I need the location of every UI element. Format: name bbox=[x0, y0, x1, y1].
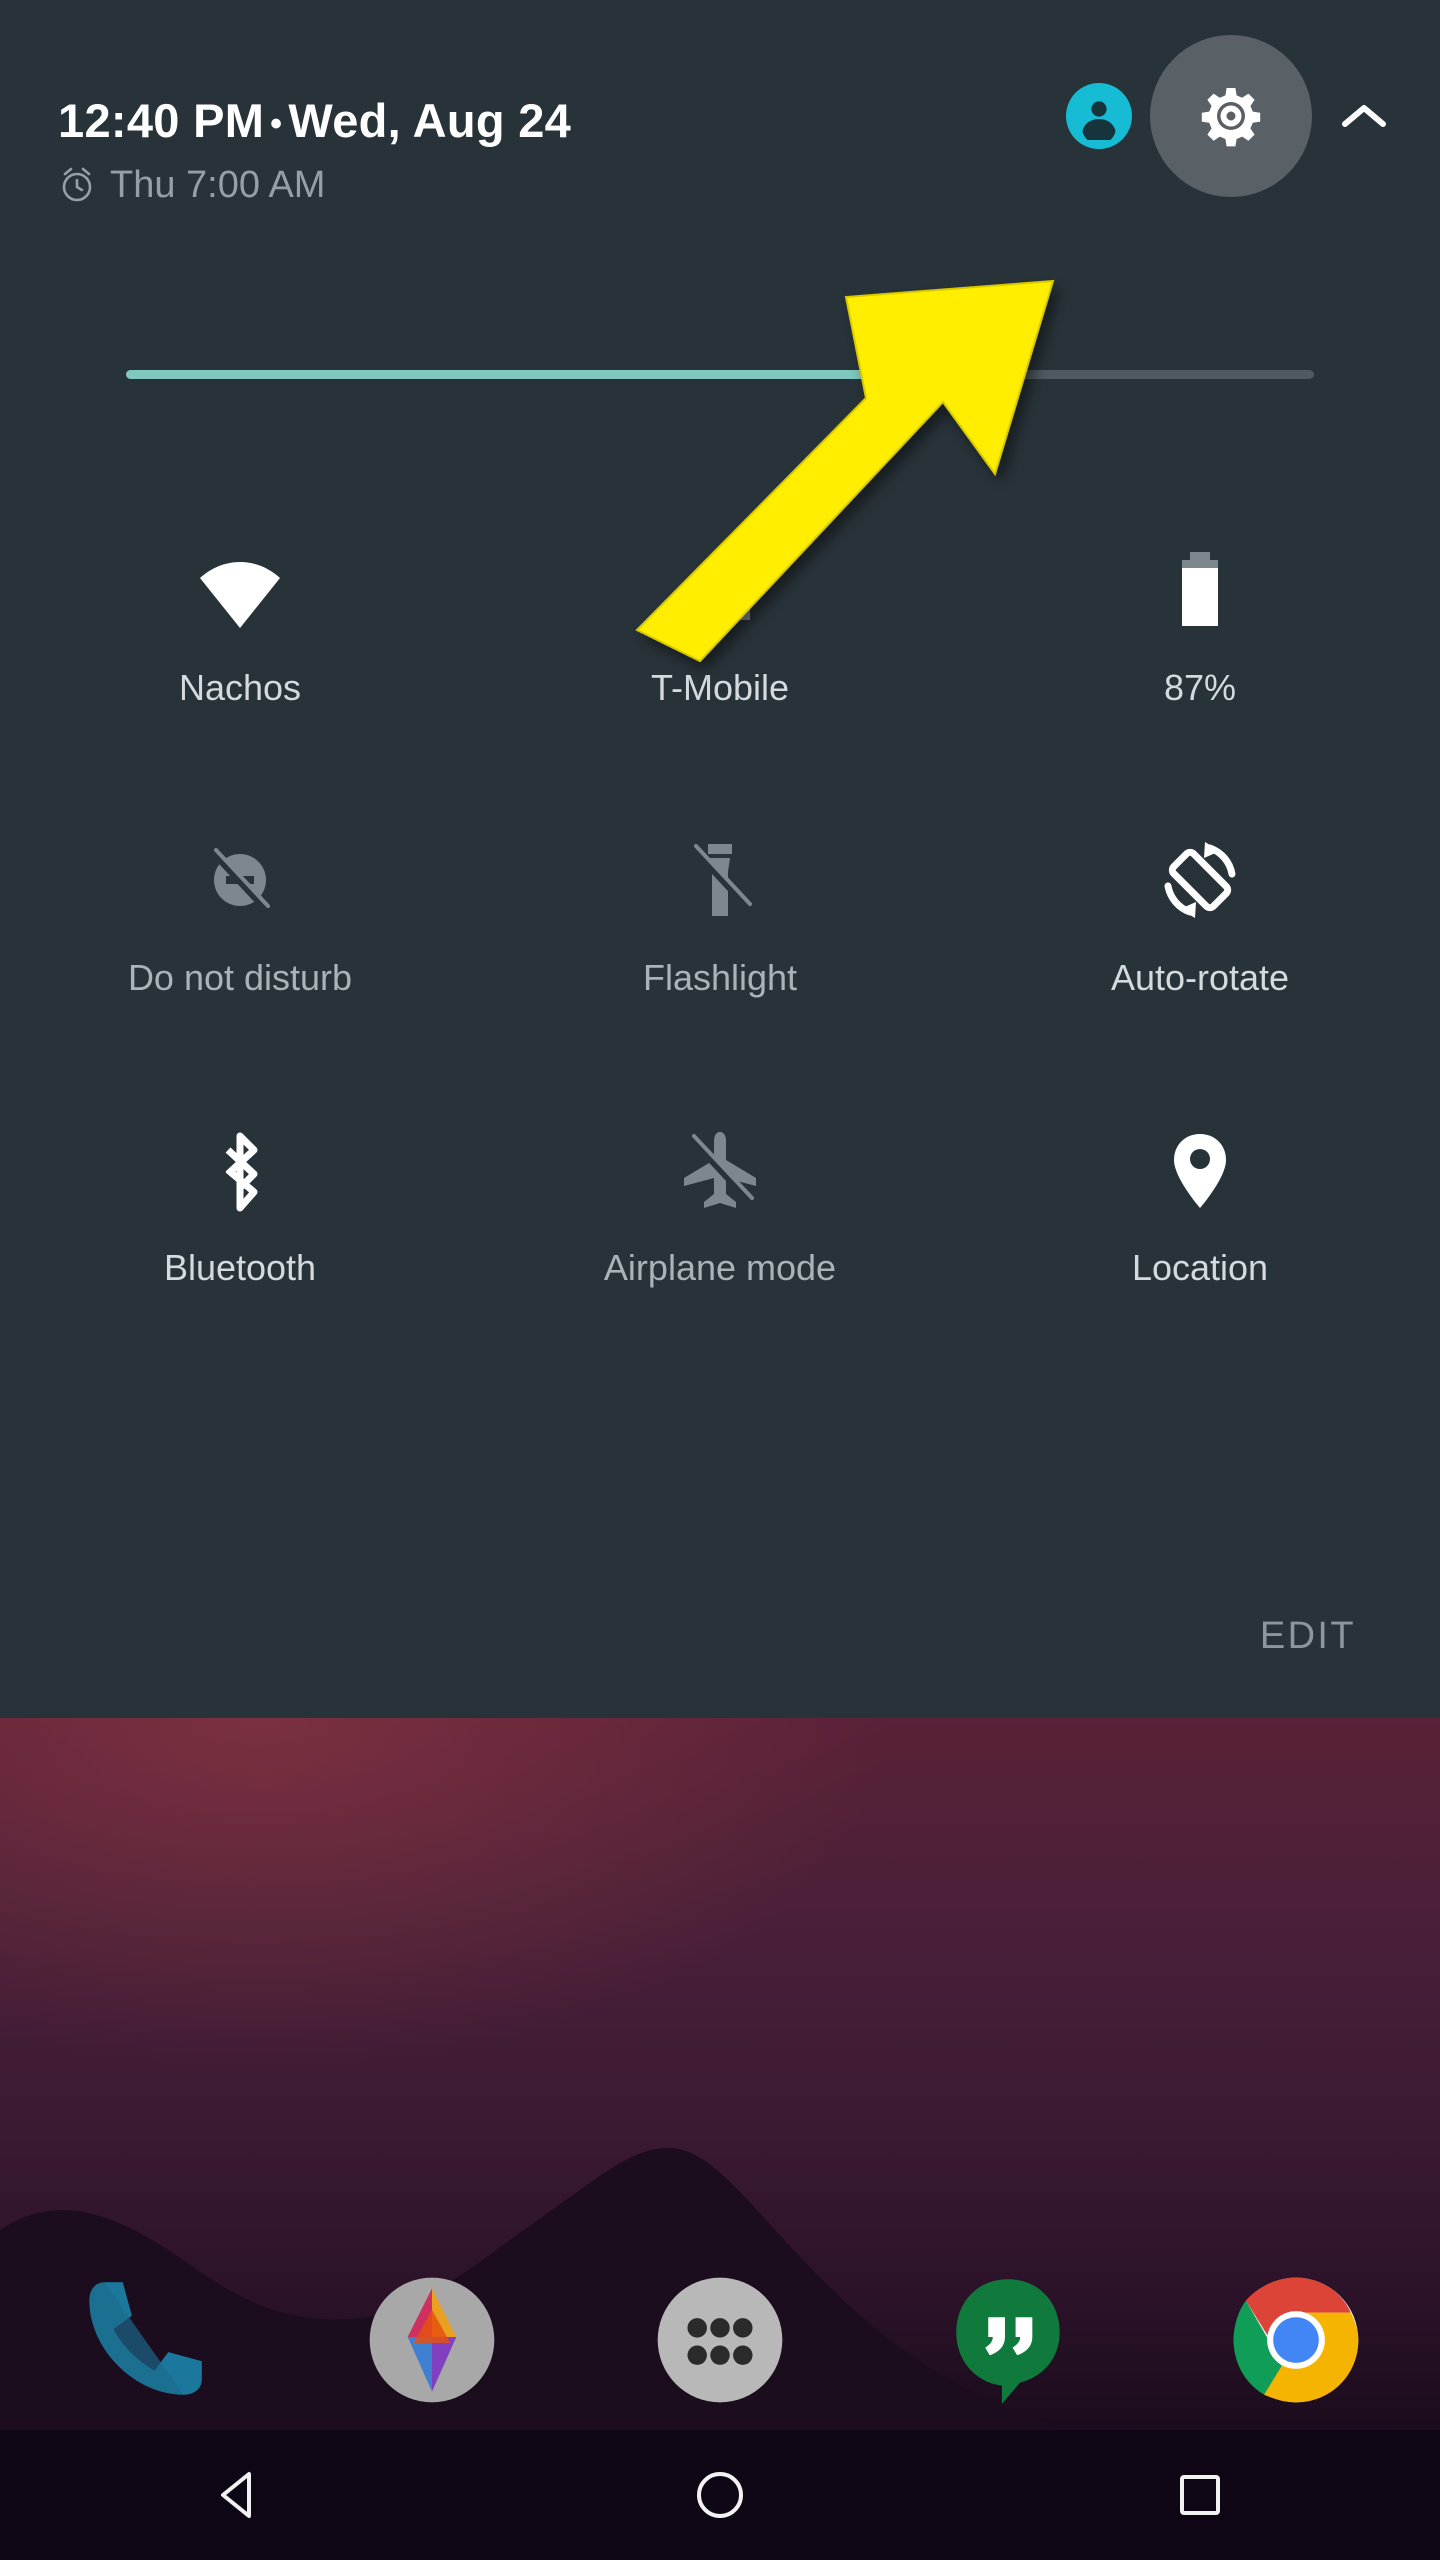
tile-label: Location bbox=[1131, 1247, 1269, 1288]
alarm-row[interactable]: Thu 7:00 AM bbox=[58, 166, 571, 204]
dock-item-photos[interactable] bbox=[288, 2264, 576, 2416]
flashlight-icon bbox=[672, 832, 768, 928]
chevron-up-icon bbox=[1342, 105, 1386, 127]
airplane-icon bbox=[672, 1122, 768, 1218]
clock-date-block: 12:40 PM • Wed, Aug 24 Thu 7:00 AM bbox=[58, 97, 571, 204]
user-avatar[interactable] bbox=[1066, 83, 1132, 149]
quick-settings-tile-87[interactable]: 87% bbox=[960, 520, 1440, 810]
tile-row: Do not disturb Flashlight Auto-rotate bbox=[0, 810, 1440, 1100]
brightness-fill bbox=[126, 370, 922, 379]
quick-settings-header: 12:40 PM • Wed, Aug 24 Thu 7:00 AM bbox=[0, 0, 1440, 300]
recents-button[interactable] bbox=[960, 2466, 1440, 2524]
cell-signal-icon bbox=[672, 542, 768, 638]
status-date: Wed, Aug 24 bbox=[288, 94, 572, 147]
navigation-bar bbox=[0, 2430, 1440, 2560]
quick-settings-tile-nachos[interactable]: Nachos bbox=[0, 520, 480, 810]
dock bbox=[0, 2230, 1440, 2450]
android-home-screen: 12:40 PM • Wed, Aug 24 Thu 7:00 AM Nacho… bbox=[0, 0, 1440, 2560]
tile-label: T-Mobile bbox=[650, 667, 790, 708]
quick-settings-tile-location[interactable]: Location bbox=[960, 1100, 1440, 1390]
auto-rotate-icon bbox=[1152, 832, 1248, 928]
dock-item-hangouts[interactable] bbox=[864, 2264, 1152, 2416]
location-pin-icon bbox=[1152, 1122, 1248, 1218]
dock-item-phone[interactable] bbox=[0, 2264, 288, 2416]
tile-label: Flashlight bbox=[642, 957, 798, 998]
tile-label: 87% bbox=[1163, 667, 1237, 708]
user-avatar-icon bbox=[1082, 101, 1116, 140]
quick-settings-tile-airplane-mode[interactable]: Airplane mode bbox=[480, 1100, 960, 1390]
tile-label: Bluetooth bbox=[163, 1247, 317, 1288]
collapse-panel-button[interactable] bbox=[1324, 76, 1404, 156]
header-actions bbox=[1066, 35, 1404, 197]
clock-date-line: 12:40 PM • Wed, Aug 24 bbox=[58, 97, 571, 144]
quick-settings-panel: 12:40 PM • Wed, Aug 24 Thu 7:00 AM Nacho… bbox=[0, 0, 1440, 1718]
brightness-slider[interactable] bbox=[126, 349, 1314, 404]
alarm-time-label: Thu 7:00 AM bbox=[110, 164, 326, 206]
edit-button[interactable]: EDIT bbox=[1260, 1615, 1356, 1658]
bluetooth-icon bbox=[192, 1122, 288, 1218]
quick-settings-tile-grid: Nachos T-Mobile 87% Do not disturb Flashligh… bbox=[0, 520, 1440, 1390]
tile-label: Do not disturb bbox=[127, 957, 353, 998]
quick-settings-tile-bluetooth[interactable]: Bluetooth bbox=[0, 1100, 480, 1390]
tile-row: Nachos T-Mobile 87% bbox=[0, 520, 1440, 810]
brightness-icon bbox=[894, 349, 950, 404]
home-button[interactable] bbox=[480, 2466, 960, 2524]
battery-icon bbox=[1152, 542, 1248, 638]
settings-gear-button[interactable] bbox=[1150, 35, 1312, 197]
tile-label: Airplane mode bbox=[603, 1247, 837, 1288]
tile-label: Nachos bbox=[178, 667, 302, 708]
quick-settings-tile-do-not-disturb[interactable]: Do not disturb bbox=[0, 810, 480, 1100]
status-time: 12:40 PM bbox=[58, 94, 265, 147]
tile-row: Bluetooth Airplane mode Location bbox=[0, 1100, 1440, 1390]
separator-dot: • bbox=[270, 105, 283, 143]
back-button[interactable] bbox=[0, 2466, 480, 2524]
alarm-clock-icon bbox=[58, 166, 96, 204]
quick-settings-tile-flashlight[interactable]: Flashlight bbox=[480, 810, 960, 1100]
brightness-thumb[interactable] bbox=[886, 336, 958, 412]
quick-settings-tile-t-mobile[interactable]: T-Mobile bbox=[480, 520, 960, 810]
do-not-disturb-icon bbox=[192, 832, 288, 928]
tile-label: Auto-rotate bbox=[1110, 957, 1290, 998]
dock-item-app-drawer[interactable] bbox=[576, 2264, 864, 2416]
wifi-icon bbox=[192, 542, 288, 638]
quick-settings-tile-auto-rotate[interactable]: Auto-rotate bbox=[960, 810, 1440, 1100]
gear-icon bbox=[1201, 88, 1261, 147]
dock-item-chrome[interactable] bbox=[1152, 2264, 1440, 2416]
